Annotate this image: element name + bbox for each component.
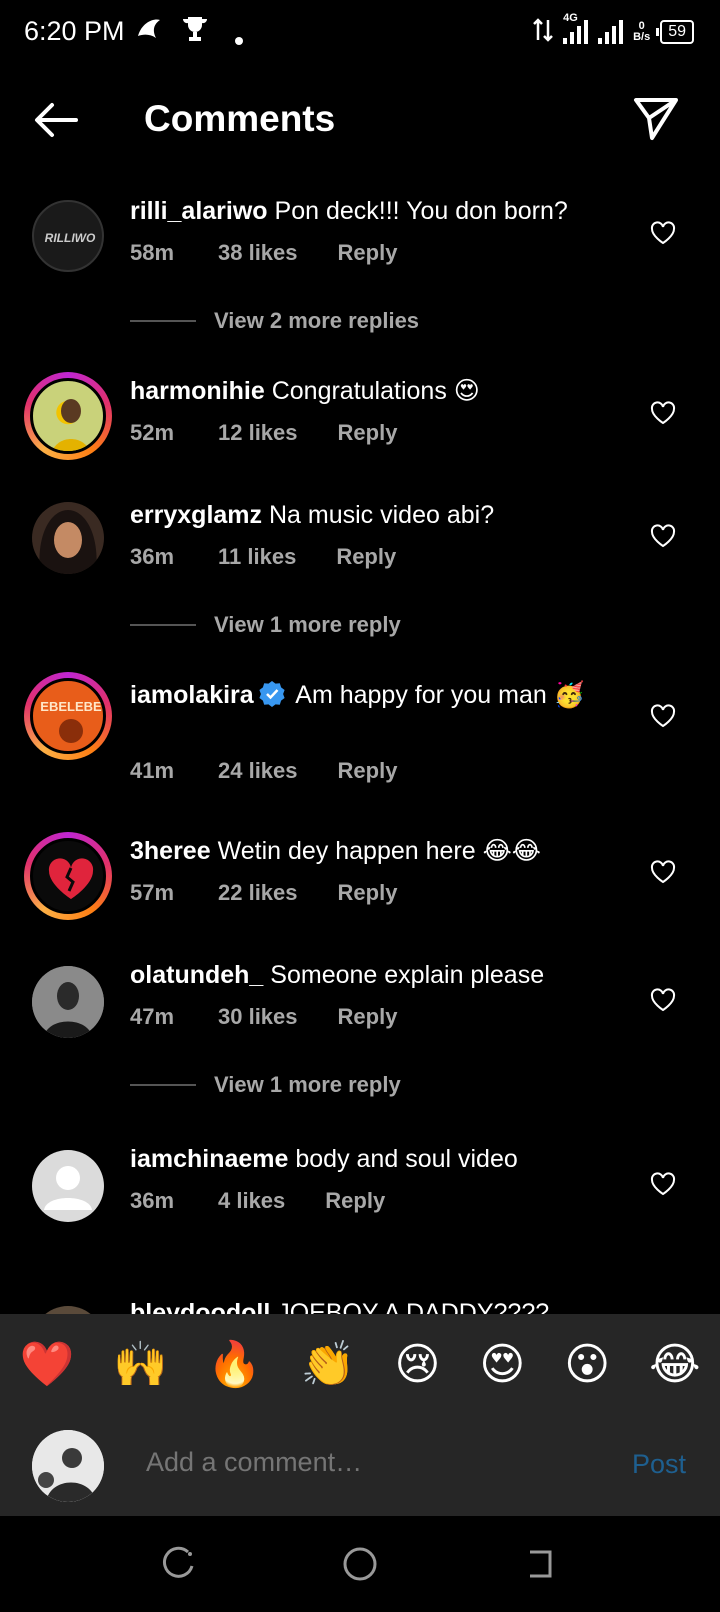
likes-count[interactable]: 11 likes xyxy=(218,544,296,570)
view-replies-button[interactable]: View 1 more reply xyxy=(130,612,401,638)
comment-meta: 36m 11 likes Reply xyxy=(130,544,397,570)
emoji-heart-eyes[interactable]: 😍 xyxy=(479,1339,525,1390)
comment-text: harmonihie Congratulations 😍 xyxy=(130,377,480,405)
heart-icon[interactable] xyxy=(650,524,676,548)
comment-meta: 57m 22 likes Reply xyxy=(130,880,398,906)
data-transfer-icon xyxy=(533,18,553,45)
likes-count[interactable]: 12 likes xyxy=(218,420,298,446)
likes-count[interactable]: 4 likes xyxy=(218,1188,285,1214)
comment-composer: Post xyxy=(0,1414,720,1516)
home-icon[interactable] xyxy=(342,1546,378,1582)
emoji-clapping[interactable]: 👏 xyxy=(301,1338,356,1390)
reply-button[interactable]: Reply xyxy=(336,544,396,570)
system-navigation-bar xyxy=(0,1516,720,1612)
reply-button[interactable]: Reply xyxy=(338,240,398,266)
comment-meta: 36m 4 likes Reply xyxy=(130,1188,386,1214)
send-icon[interactable] xyxy=(632,94,680,142)
broken-heart-icon xyxy=(48,858,94,899)
status-time: 6:20 PM xyxy=(24,16,125,46)
data-speed: 0 B/s xyxy=(633,19,651,43)
likes-count[interactable]: 24 likes xyxy=(218,758,298,784)
reply-button[interactable]: Reply xyxy=(338,880,398,906)
emoji-heart[interactable]: ❤️ xyxy=(19,1338,74,1390)
post-button[interactable]: Post xyxy=(632,1449,686,1480)
reply-button[interactable]: Reply xyxy=(338,420,398,446)
avatar-logo-text: EBELEBE xyxy=(40,699,102,714)
avatar[interactable] xyxy=(32,1150,104,1222)
back-nav-icon[interactable] xyxy=(522,1546,558,1582)
emoji-fire[interactable]: 🔥 xyxy=(207,1338,262,1390)
likes-count[interactable]: 30 likes xyxy=(218,1004,298,1030)
comment-username[interactable]: iamchinaeme xyxy=(130,1145,288,1173)
recent-apps-icon[interactable] xyxy=(162,1546,198,1582)
page-title: Comments xyxy=(144,98,336,139)
comment-list: RILLIWO rilli_alariwo Pon deck!!! You do… xyxy=(0,176,720,1314)
avatar[interactable] xyxy=(24,372,112,460)
avatar[interactable] xyxy=(32,502,104,574)
reply-button[interactable]: Reply xyxy=(338,758,398,784)
comment-username[interactable]: 3heree xyxy=(130,837,211,865)
heart-icon[interactable] xyxy=(650,221,676,245)
comment-meta: 52m 12 likes Reply xyxy=(130,420,398,446)
comment-meta: 47m 30 likes Reply xyxy=(130,1004,398,1030)
avatar-logo-text: RILLIWO xyxy=(45,231,96,245)
trophy-icon xyxy=(180,14,210,51)
comment-meta: 58m 38 likes Reply xyxy=(130,240,398,266)
comment-text: bleydoodoll JOEBOY A DADDY???? xyxy=(130,1296,610,1314)
network-type: 4G xyxy=(563,11,578,24)
battery-icon: 59 xyxy=(656,19,694,44)
status-bar: 6:20 PM 4G 0 B/s 59 xyxy=(0,0,720,66)
comment-text: iamolakira Am happy for you man 🥳 xyxy=(130,681,585,709)
comment-username[interactable]: harmonihie xyxy=(130,377,265,405)
comment-text: 3heree Wetin dey happen here 😂😂 xyxy=(130,837,542,865)
comment-username[interactable]: erryxglamz xyxy=(130,501,262,529)
heart-icon[interactable] xyxy=(650,860,676,884)
comment-input[interactable] xyxy=(144,1446,548,1479)
comment-username[interactable]: rilli_alariwo xyxy=(130,197,268,225)
verified-badge-icon xyxy=(259,681,285,707)
comment-text: rilli_alariwo Pon deck!!! You don born? xyxy=(130,197,568,225)
likes-count[interactable]: 22 likes xyxy=(218,880,298,906)
back-arrow-icon[interactable] xyxy=(32,100,80,140)
heart-icon[interactable] xyxy=(650,704,676,728)
avatar[interactable]: EBELEBE xyxy=(24,672,112,760)
dot-icon xyxy=(234,22,244,53)
heart-icon[interactable] xyxy=(650,1172,676,1196)
avatar[interactable]: RILLIWO xyxy=(32,200,104,272)
comment-username[interactable]: iamolakira xyxy=(130,681,254,709)
comment-username[interactable]: bleydoodoll xyxy=(130,1299,270,1314)
emoji-surprised[interactable]: 😮 xyxy=(564,1339,610,1390)
heart-icon[interactable] xyxy=(650,988,676,1012)
my-avatar xyxy=(32,1430,104,1502)
comment-text: iamchinaeme body and soul video xyxy=(130,1145,518,1173)
signal-icon: 4G xyxy=(563,12,589,44)
default-avatar-icon xyxy=(44,1166,92,1210)
comment-meta: 41m 24 likes Reply xyxy=(130,758,398,784)
avatar[interactable] xyxy=(24,832,112,920)
likes-count[interactable]: 38 likes xyxy=(218,240,298,266)
emoji-laughing[interactable]: 😂 xyxy=(649,1339,700,1390)
comment-text: olatundeh_ Someone explain please xyxy=(130,961,545,989)
view-replies-button[interactable]: View 1 more reply xyxy=(130,1072,401,1098)
emoji-quick-bar: ❤️ 🙌 🔥 👏 😢 😍 😮 😂 xyxy=(0,1314,720,1414)
emoji-crying[interactable]: 😢 xyxy=(395,1339,441,1390)
avatar[interactable] xyxy=(32,1306,104,1314)
comment-username[interactable]: olatundeh_ xyxy=(130,961,263,989)
avatar[interactable] xyxy=(32,966,104,1038)
header: Comments xyxy=(0,66,720,176)
emoji-raising-hands[interactable]: 🙌 xyxy=(113,1338,168,1390)
signal-2-icon xyxy=(598,19,624,44)
comment-text: erryxglamz Na music video abi? xyxy=(130,501,495,529)
view-replies-button[interactable]: View 2 more replies xyxy=(130,308,419,334)
heart-icon[interactable] xyxy=(650,401,676,425)
reply-button[interactable]: Reply xyxy=(338,1004,398,1030)
reply-button[interactable]: Reply xyxy=(325,1188,385,1214)
app-notification-icon xyxy=(134,14,164,51)
